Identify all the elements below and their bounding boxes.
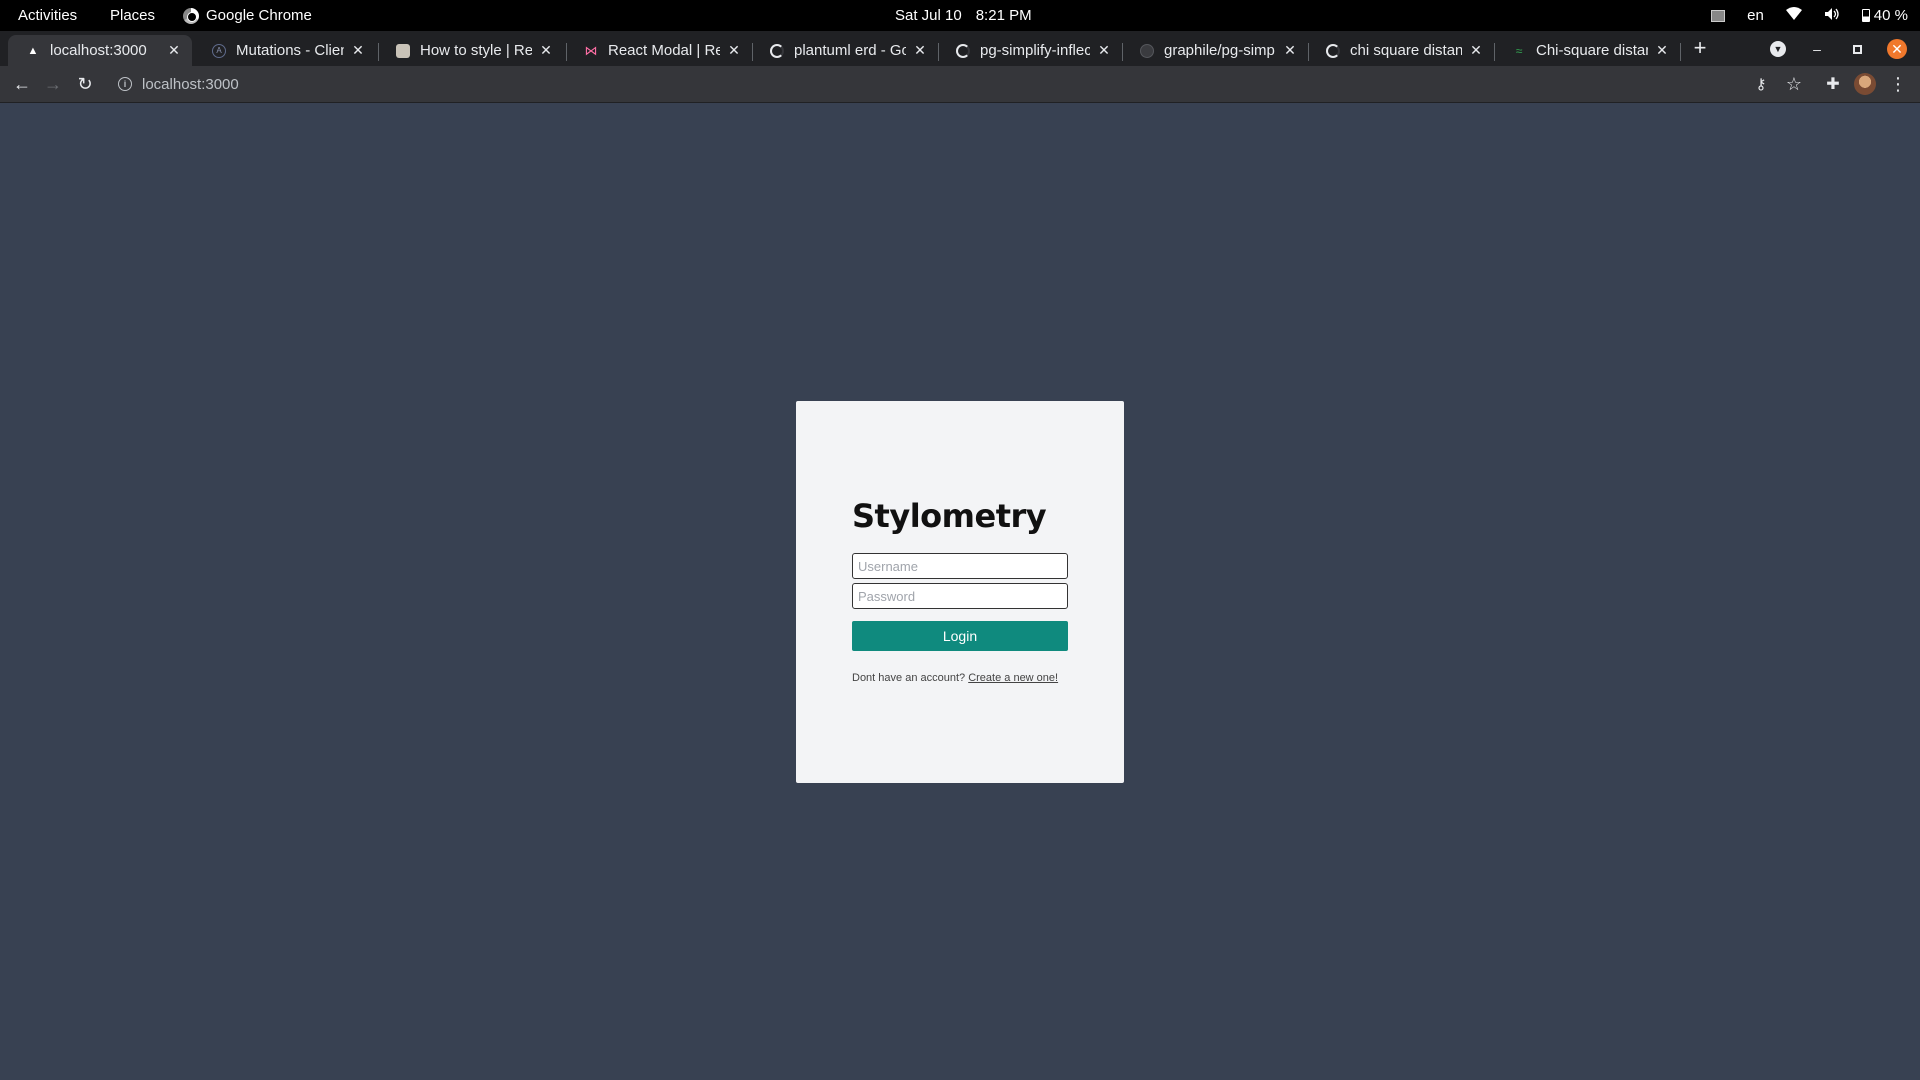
tab-title: Mutations - Client bbox=[236, 42, 344, 59]
system-top-bar: Activities Places Google Chrome Sat Jul … bbox=[0, 0, 1920, 31]
activities-button[interactable]: Activities bbox=[18, 0, 77, 31]
profile-button[interactable] bbox=[1853, 72, 1877, 96]
triangle-icon: ▲ bbox=[27, 44, 39, 57]
menu-button[interactable]: ⋮ bbox=[1886, 72, 1910, 96]
apollo-icon: A bbox=[212, 43, 226, 58]
new-tab-button[interactable]: + bbox=[1688, 35, 1712, 60]
google-icon bbox=[770, 43, 784, 58]
tab-react-modal[interactable]: ⋈ React Modal | Rea ✕ bbox=[566, 35, 752, 66]
minimize-button[interactable]: – bbox=[1807, 39, 1827, 59]
styled-icon bbox=[396, 43, 410, 58]
tab-title: localhost:3000 bbox=[50, 42, 147, 59]
arrow-left-icon: ← bbox=[13, 73, 31, 94]
forward-button[interactable]: → bbox=[41, 72, 65, 96]
bookmark-button[interactable]: ☆ bbox=[1782, 72, 1806, 96]
arrow-right-icon: → bbox=[44, 73, 62, 94]
tab-plantuml[interactable]: plantuml erd - Go ✕ bbox=[752, 35, 938, 66]
maximize-icon bbox=[1852, 44, 1862, 54]
close-icon[interactable]: ✕ bbox=[1096, 42, 1112, 59]
tab-title: plantuml erd - Go bbox=[794, 42, 906, 59]
tab-localhost[interactable]: ▲ localhost:3000 ✕ bbox=[8, 35, 192, 66]
tab-strip: ▲ localhost:3000 ✕ A Mutations - Client … bbox=[0, 31, 1920, 66]
puzzle-icon: ✚ bbox=[1826, 76, 1840, 93]
leaf-icon: ≈ bbox=[1515, 43, 1523, 58]
tab-title: pg-simplify-inflec bbox=[980, 42, 1090, 59]
password-key-button[interactable]: ⚷ bbox=[1749, 72, 1773, 96]
key-icon: ⚷ bbox=[1755, 76, 1767, 93]
tab-styled[interactable]: How to style | Rea ✕ bbox=[378, 35, 564, 66]
maximize-button[interactable] bbox=[1847, 39, 1867, 59]
avatar bbox=[1854, 73, 1876, 95]
close-icon[interactable]: ✕ bbox=[350, 42, 366, 59]
window-close-button[interactable]: ✕ bbox=[1887, 39, 1907, 59]
login-card: Stylometry Login Dont have an account? C… bbox=[796, 401, 1124, 783]
url-text[interactable]: localhost:3000 bbox=[142, 76, 239, 93]
back-button[interactable]: ← bbox=[10, 72, 34, 96]
close-icon[interactable]: ✕ bbox=[912, 42, 928, 59]
places-menu[interactable]: Places bbox=[110, 0, 155, 31]
tab-graphile[interactable]: graphile/pg-simp ✕ bbox=[1122, 35, 1308, 66]
password-input[interactable] bbox=[852, 583, 1068, 609]
close-icon[interactable]: ✕ bbox=[538, 42, 554, 59]
tab-title: chi square distanc bbox=[1350, 42, 1462, 59]
login-button[interactable]: Login bbox=[852, 621, 1068, 651]
tab-mutations[interactable]: A Mutations - Client ✕ bbox=[194, 35, 376, 66]
app-menu[interactable]: Google Chrome bbox=[183, 0, 312, 31]
signup-prompt-text: Dont have an account? bbox=[852, 672, 966, 684]
clock-date: Sat Jul 10 bbox=[895, 7, 962, 24]
reload-button[interactable]: ↻ bbox=[73, 72, 97, 96]
info-icon[interactable]: i bbox=[118, 77, 132, 91]
tab-separator bbox=[1680, 43, 1681, 61]
tab-title: React Modal | Rea bbox=[608, 42, 720, 59]
reload-icon: ↻ bbox=[77, 73, 93, 94]
close-icon[interactable]: ✕ bbox=[726, 42, 742, 59]
signup-prompt: Dont have an account? Create a new one! bbox=[852, 672, 1058, 684]
battery-percent: 40 % bbox=[1873, 7, 1908, 24]
tab-title: Chi-square distan bbox=[1536, 42, 1648, 59]
close-icon[interactable]: ✕ bbox=[1282, 42, 1298, 59]
screen-icon bbox=[1711, 9, 1726, 22]
wifi-icon bbox=[1785, 6, 1802, 25]
clock[interactable]: Sat Jul 10 8:21 PM bbox=[895, 0, 1032, 31]
app-name: Google Chrome bbox=[206, 7, 312, 24]
chevron-down-icon: ▼ bbox=[1770, 41, 1786, 57]
address-bar[interactable]: i localhost:3000 bbox=[110, 70, 1770, 98]
battery-icon bbox=[1861, 9, 1870, 22]
star-icon: ☆ bbox=[1785, 73, 1803, 94]
volume-icon bbox=[1824, 7, 1840, 25]
username-input[interactable] bbox=[852, 553, 1068, 579]
tab-title: graphile/pg-simp bbox=[1164, 42, 1275, 59]
bow-icon: ⋈ bbox=[584, 42, 598, 58]
clock-time: 8:21 PM bbox=[975, 7, 1032, 24]
more-vert-icon: ⋮ bbox=[1889, 73, 1907, 94]
tab-chi-square[interactable]: chi square distanc ✕ bbox=[1308, 35, 1494, 66]
github-icon bbox=[1140, 43, 1154, 58]
tab-chi-square-2[interactable]: ≈ Chi-square distan ✕ bbox=[1494, 35, 1680, 66]
close-icon[interactable]: ✕ bbox=[1654, 42, 1670, 59]
battery-status: 40 % bbox=[1861, 7, 1908, 24]
language-indicator[interactable]: en bbox=[1747, 7, 1764, 24]
create-account-link[interactable]: Create a new one! bbox=[968, 672, 1058, 684]
close-icon[interactable]: ✕ bbox=[1468, 42, 1484, 59]
page-title: Stylometry bbox=[852, 497, 1047, 535]
chrome-icon bbox=[183, 7, 199, 24]
google-icon bbox=[1326, 43, 1340, 58]
tab-pg-simplify[interactable]: pg-simplify-inflec ✕ bbox=[938, 35, 1122, 66]
system-status-area[interactable]: en 40 % bbox=[1711, 0, 1908, 31]
google-icon bbox=[956, 43, 970, 58]
extensions-button[interactable]: ✚ bbox=[1821, 72, 1845, 96]
browser-toolbar: ← → ↻ i localhost:3000 ⚷ ☆ ✚ ⋮ bbox=[0, 66, 1920, 103]
tab-search-button[interactable]: ▼ bbox=[1768, 39, 1788, 59]
tab-title: How to style | Rea bbox=[420, 42, 532, 59]
close-icon[interactable]: ✕ bbox=[166, 42, 182, 59]
